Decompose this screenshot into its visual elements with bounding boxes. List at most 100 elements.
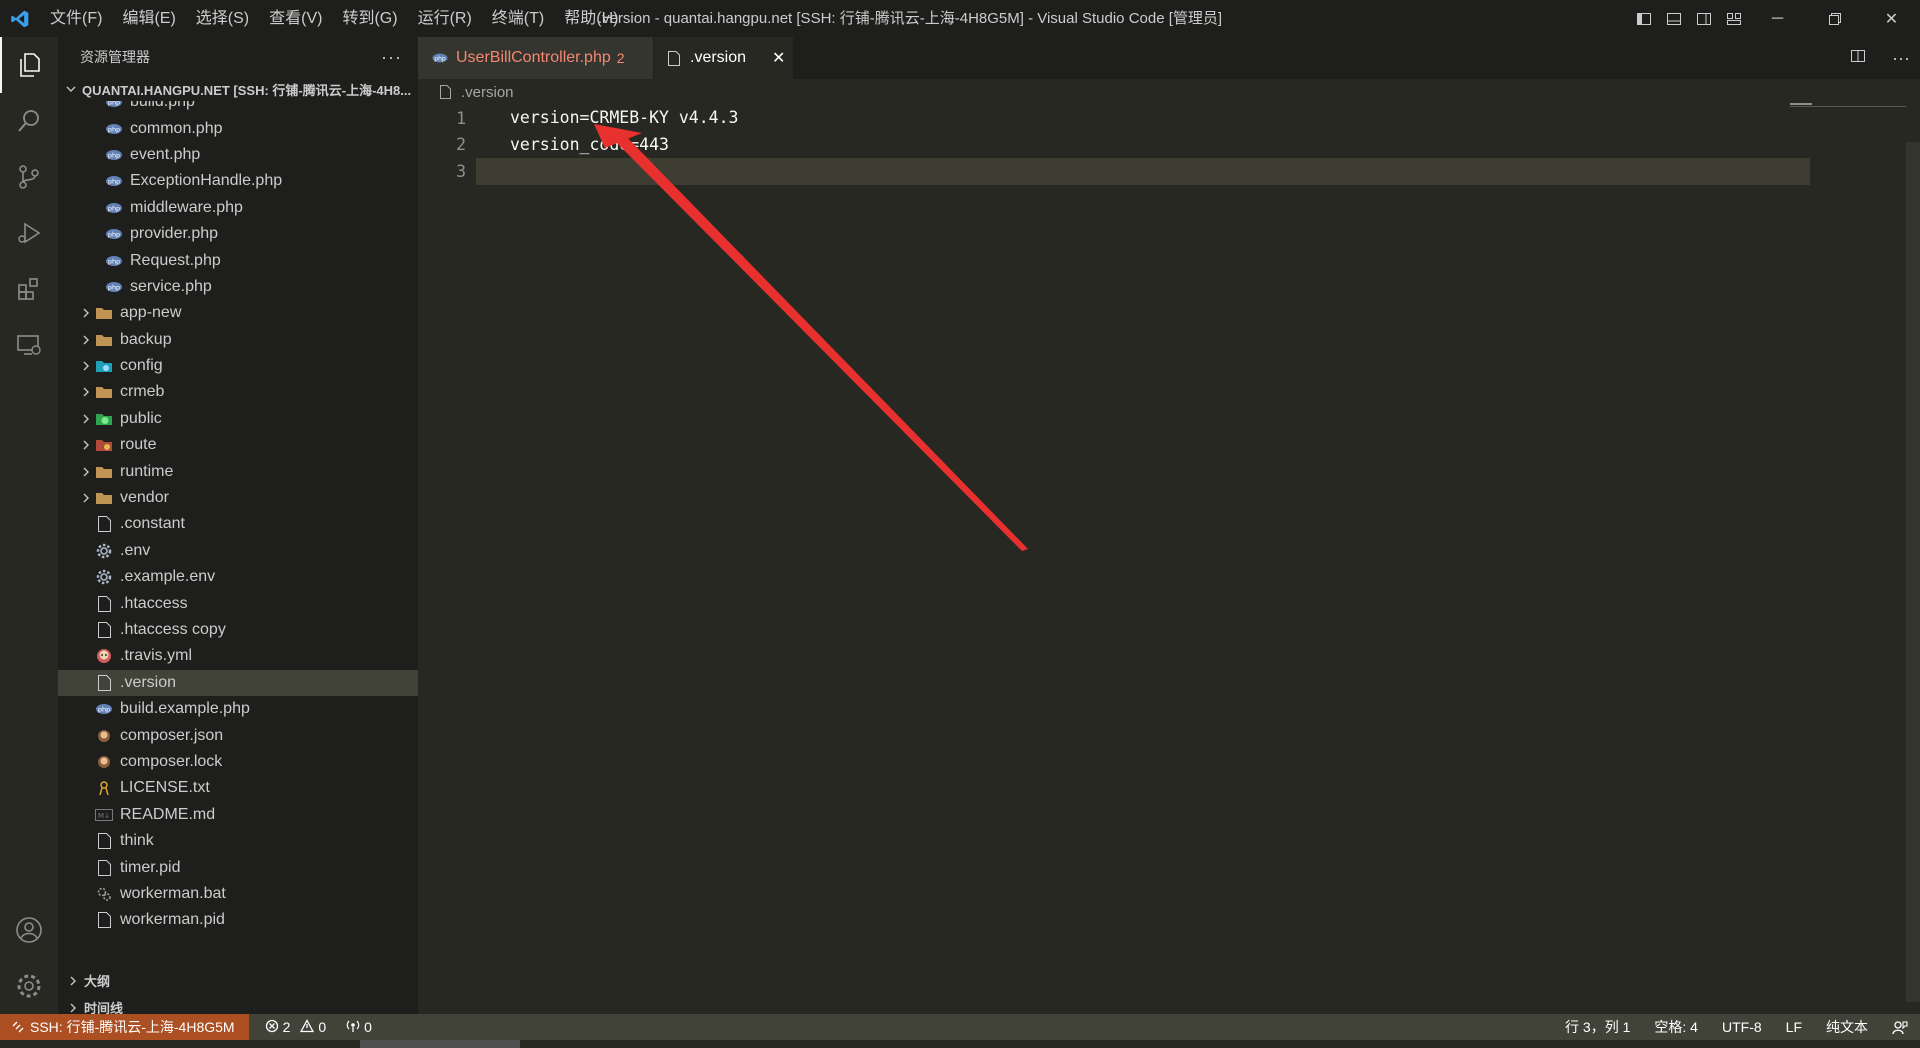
tree-file[interactable]: composer.json (58, 722, 418, 748)
batch-file-icon (94, 884, 114, 904)
license-icon (94, 778, 114, 798)
language-mode[interactable]: 纯文本 (1814, 1017, 1880, 1037)
composer-icon (94, 726, 114, 746)
menu-item[interactable]: 文件(F) (40, 0, 112, 37)
chevron-right-icon (78, 466, 94, 478)
menu-item[interactable]: 选择(S) (186, 0, 259, 37)
php-file-icon: php (104, 198, 124, 218)
tree-file[interactable]: .htaccess (58, 590, 418, 616)
tree-file[interactable]: timer.pid (58, 854, 418, 880)
svg-text:php: php (108, 204, 120, 212)
menu-item[interactable]: 终端(T) (482, 0, 554, 37)
tree-item-label: public (120, 409, 162, 427)
remote-explorer-icon[interactable] (0, 317, 58, 373)
feedback-icon[interactable] (1880, 1019, 1920, 1035)
tree-file[interactable]: php service.php (58, 274, 418, 300)
tree-file[interactable]: .env (58, 538, 418, 564)
workspace-root[interactable]: QUANTAI.HANGPU.NET [SSH: 行铺-腾讯云-上海-4H8..… (58, 77, 418, 101)
tree-folder[interactable]: public (58, 406, 418, 432)
vscode-logo-icon (0, 0, 40, 37)
tree-item-label: Request.php (130, 251, 221, 269)
menu-item[interactable]: 运行(R) (408, 0, 482, 37)
tree-file[interactable]: .travis.yml (58, 643, 418, 669)
tree-folder[interactable]: route (58, 432, 418, 458)
svg-text:php: php (108, 125, 120, 133)
run-debug-icon[interactable] (0, 205, 58, 261)
file-icon (94, 858, 114, 878)
accounts-icon[interactable] (0, 902, 58, 958)
tree-folder[interactable]: backup (58, 327, 418, 353)
tree-file[interactable]: php Request.php (58, 247, 418, 273)
php-file-icon: php (94, 699, 114, 719)
tree-file[interactable]: php middleware.php (58, 195, 418, 221)
folder-icon (94, 303, 114, 323)
ports-indicator[interactable]: 0 (336, 1019, 382, 1036)
restore-button[interactable] (1806, 0, 1863, 37)
tree-file[interactable]: composer.lock (58, 749, 418, 775)
outline-label: 大纲 (84, 974, 111, 989)
tree-folder[interactable]: config (58, 353, 418, 379)
customize-layout-icon[interactable] (1719, 0, 1749, 37)
tree-file[interactable]: workerman.pid (58, 907, 418, 933)
scrollbar-thumb[interactable] (360, 1040, 520, 1048)
warning-icon (300, 1018, 315, 1036)
tree-item-label: README.md (120, 805, 216, 823)
tree-file[interactable]: LICENSE.txt (58, 775, 418, 801)
tree-item-label: vendor (120, 489, 169, 507)
end-of-line[interactable]: LF (1774, 1019, 1814, 1035)
problems-indicator[interactable]: 2 0 (255, 1018, 337, 1036)
toggle-panel-icon[interactable] (1659, 0, 1689, 37)
search-icon[interactable] (0, 93, 58, 149)
cursor-position[interactable]: 行 3，列 1 (1553, 1017, 1642, 1037)
tree-file[interactable]: php build.php (58, 101, 418, 115)
more-actions-icon[interactable]: ··· (381, 47, 402, 68)
tree-folder[interactable]: crmeb (58, 379, 418, 405)
tree-file[interactable]: php build.example.php (58, 696, 418, 722)
toggle-secondary-sidebar-icon[interactable] (1689, 0, 1719, 37)
tree-item-label: event.php (130, 145, 201, 163)
source-control-icon[interactable] (0, 149, 58, 205)
remote-indicator[interactable]: SSH: 行铺-腾讯云-上海-4H8G5M (0, 1014, 249, 1040)
tree-folder[interactable]: runtime (58, 458, 418, 484)
broadcast-icon (346, 1019, 360, 1036)
tree-folder[interactable]: app-new (58, 300, 418, 326)
horizontal-scrollbar[interactable] (0, 1040, 1920, 1048)
chevron-right-icon (78, 307, 94, 319)
tree-item-label: common.php (130, 119, 223, 137)
tree-item-label: app-new (120, 304, 182, 322)
svg-text:M↓: M↓ (98, 812, 110, 820)
tree-file[interactable]: .version (58, 669, 418, 696)
tree-item-label: build.php (130, 101, 195, 111)
settings-gear-icon[interactable] (0, 958, 58, 1014)
markdown-icon: M↓ (94, 805, 114, 825)
tree-file[interactable]: M↓ README.md (58, 802, 418, 828)
tree-item-label: .version (120, 673, 177, 691)
indentation[interactable]: 空格: 4 (1642, 1017, 1710, 1037)
tree-file[interactable]: .htaccess copy (58, 617, 418, 643)
minimize-button[interactable]: ─ (1749, 0, 1806, 37)
tree-folder[interactable]: vendor (58, 485, 418, 511)
menu-item[interactable]: 查看(V) (259, 0, 332, 37)
tree-file[interactable]: .constant (58, 511, 418, 537)
tree-item-label: build.example.php (120, 700, 250, 718)
encoding[interactable]: UTF-8 (1710, 1019, 1774, 1035)
menu-item[interactable]: 转到(G) (332, 0, 407, 37)
tree-file[interactable]: php common.php (58, 115, 418, 141)
explorer-icon[interactable] (0, 37, 58, 93)
tree-item-label: ExceptionHandle.php (130, 172, 283, 190)
tree-file[interactable]: workerman.bat (58, 881, 418, 907)
extensions-icon[interactable] (0, 261, 58, 317)
tree-file[interactable]: .example.env (58, 564, 418, 590)
tree-file[interactable]: php event.php (58, 142, 418, 168)
sidebar-title: 资源管理器 (80, 49, 150, 65)
tree-file[interactable]: php provider.php (58, 221, 418, 247)
tree-file[interactable]: php ExceptionHandle.php (58, 168, 418, 194)
tree-file[interactable]: think (58, 828, 418, 854)
outline-section[interactable]: 大纲 (58, 967, 418, 994)
toggle-primary-sidebar-icon[interactable] (1629, 0, 1659, 37)
svg-text:php: php (108, 257, 120, 265)
menu-item[interactable]: 编辑(E) (112, 0, 185, 37)
close-window-button[interactable]: ✕ (1863, 0, 1920, 37)
workspace-root-label: QUANTAI.HANGPU.NET [SSH: 行铺-腾讯云-上海-4H8..… (82, 82, 412, 98)
travis-icon (94, 646, 114, 666)
